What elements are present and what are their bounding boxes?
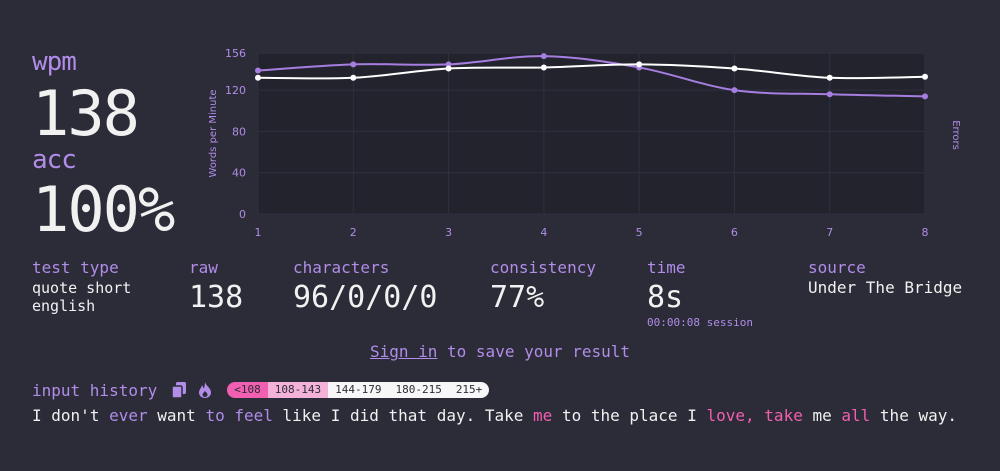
history-word: all [841,406,871,425]
stat-test-type: test type quote short english [32,258,131,314]
history-word: me [533,406,553,425]
chart-point [922,73,928,80]
chart-y2label: Errors [950,120,961,150]
stat-source: source Under The Bridge [808,258,962,296]
raw-label: raw [189,258,218,277]
stat-raw: raw 138 [189,258,243,316]
signin-prompt: Sign in to save your result [0,342,1000,361]
consistency-value: 77% [490,280,545,315]
test-type-line2: english [32,297,96,315]
signin-rest-text: to save your result [437,342,631,361]
chart-point [826,74,833,81]
consistency-label: consistency [490,258,596,277]
chart-point [731,87,738,94]
stat-consistency: consistency 77% [490,258,596,316]
chart-xtick-label: 3 [445,226,452,239]
history-word: I [330,406,341,425]
raw-value: 138 [189,280,244,315]
chart-xtick-label: 7 [826,226,833,239]
chart-ytick-label: 40 [232,167,246,180]
flame-icon[interactable] [197,382,213,398]
time-session: 00:00:08 session [647,316,753,329]
chart-xtick-label: 6 [731,226,738,239]
chart-point [540,64,547,71]
history-word: to [561,406,582,425]
copy-icon[interactable] [171,382,187,398]
chart-xtick-label: 4 [540,226,547,239]
test-type-label: test type [32,258,119,277]
chart-point [731,65,738,72]
history-word: that [388,406,428,425]
characters-label: characters [293,258,390,277]
stat-time: time 8s 00:00:08 session [647,258,753,329]
chart-xtick-label: 2 [350,226,357,239]
chart-point [826,91,833,98]
legend-item: 215+ [448,382,490,398]
time-value: 8s [647,280,684,315]
history-word: don't [51,406,100,425]
test-type-line1: quote short [32,279,132,297]
legend-item: 108-143 [267,382,329,398]
chart-ytick-label: 156 [225,47,246,60]
chart-xtick-label: 5 [636,226,643,239]
chart-point [540,53,547,60]
history-word: feel [234,406,273,425]
history-word: the [590,406,620,425]
history-word: Take [484,406,524,425]
chart-point [636,61,643,68]
history-word: want [157,406,196,425]
stat-characters: characters 96/0/0/0 [293,258,438,316]
wpm-label: wpm [32,47,77,77]
chart-point [922,93,928,100]
acc-value: 100% [32,173,175,246]
legend-item: 144-179 [328,382,389,398]
history-word: way. [918,406,957,425]
history-word: place [629,406,678,425]
sign-in-link[interactable]: Sign in [370,342,437,361]
chart-point [445,65,452,72]
history-word: the [879,406,909,425]
input-history-text: I don't ever want to feel like I did tha… [32,404,972,428]
chart-point [350,61,357,68]
source-value: Under The Bridge [808,278,963,297]
history-word: I [32,406,42,425]
chart-ylabel: Words per Minute [208,89,219,177]
wpm-chart: 0 40 80 120 156 1 2 3 4 5 6 7 8 Words per Minute Error… [208,47,961,239]
chart-ytick-label: 80 [232,125,246,138]
input-history-label: input history [32,380,158,400]
chart-ytick-label: 120 [225,84,246,97]
wpm-value: 138 [32,77,140,150]
speed-legend: <108 108-143 144-179 180-215 215+ [227,382,490,398]
history-word: day. [436,406,476,425]
characters-value: 96/0/0/0 [293,280,438,315]
history-word: love, [706,406,755,425]
time-label: time [647,258,686,277]
history-word: me [812,406,832,425]
input-history-header: input history <108 108-143 144-179 180-215 2… [32,380,490,400]
chart-xtick-label: 1 [255,226,262,239]
history-word: ever [109,406,148,425]
chart-xtick-label: 8 [922,226,929,239]
legend-item: 180-215 [388,382,449,398]
chart-point [350,74,357,81]
chart-point [255,74,261,81]
history-word: I [687,406,697,425]
history-word: did [349,406,379,425]
legend-item: <108 [227,382,268,398]
history-word: take [764,406,803,425]
chart-point [255,67,261,74]
acc-label: acc [32,145,77,175]
chart-ytick-label: 0 [239,208,246,221]
history-word: like [282,406,322,425]
source-label: source [808,258,866,277]
history-word: to [205,406,225,425]
